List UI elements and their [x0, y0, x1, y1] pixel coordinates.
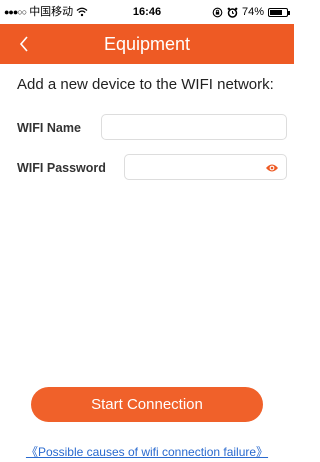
- battery-fill: [270, 9, 282, 15]
- nav-bar: Equipment: [0, 24, 294, 64]
- battery-percent: 74%: [241, 6, 264, 18]
- wifi-password-label: WIFI Password: [17, 161, 106, 175]
- orientation-lock-icon: [212, 7, 223, 18]
- eye-icon[interactable]: [265, 161, 279, 173]
- wifi-name-input[interactable]: [101, 114, 287, 140]
- wifi-name-label: WIFI Name: [17, 121, 81, 135]
- start-connection-button[interactable]: Start Connection: [31, 387, 263, 422]
- alarm-icon: [227, 7, 238, 18]
- screen: ●●●○○ 中国移动 16:46 74% Equipment Add a new…: [0, 0, 294, 462]
- battery-icon: [268, 7, 290, 17]
- page-title: Equipment: [103, 34, 191, 54]
- intro-text: Add a new device to the WIFI network:: [17, 76, 274, 93]
- connection-failure-help-link[interactable]: 《Possible causes of wifi connection fail…: [0, 443, 294, 460]
- wifi-password-input[interactable]: [124, 154, 287, 180]
- status-bar: ●●●○○ 中国移动 16:46 74%: [0, 0, 294, 24]
- status-right: 74%: [212, 0, 290, 24]
